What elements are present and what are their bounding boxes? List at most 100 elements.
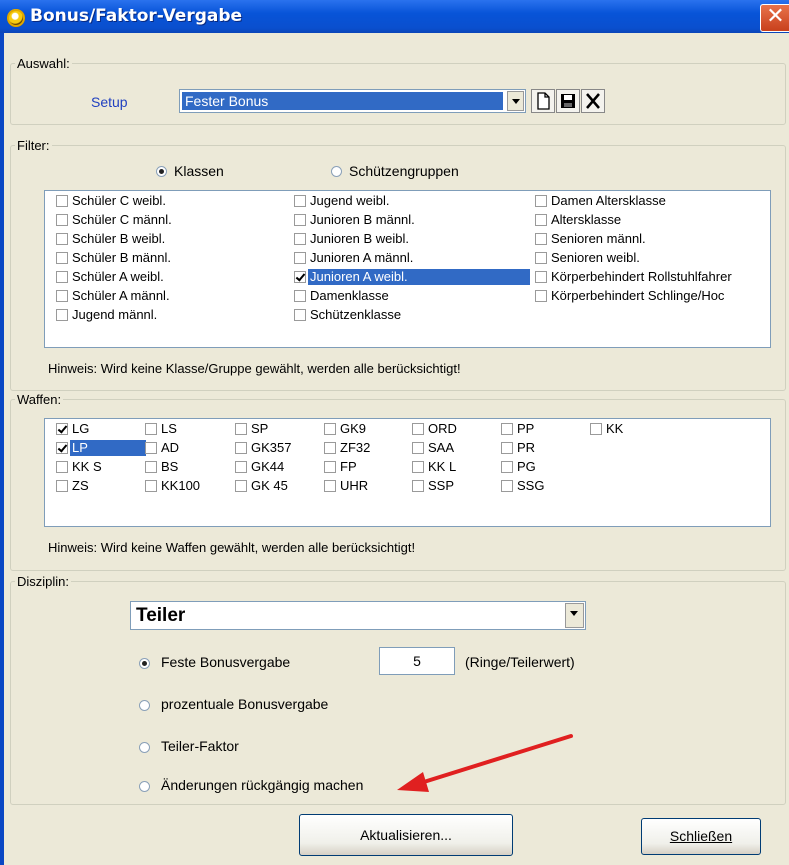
weapon-item-label[interactable]: KK S [70,459,104,475]
setup-combobox[interactable]: Fester Bonus [179,89,526,113]
radio-klassen[interactable] [156,166,167,177]
close-window-button[interactable]: ✕ [760,4,789,32]
class-item-checkbox[interactable] [56,214,68,226]
title-bar[interactable]: Bonus/Faktor-Vergabe ✕ [0,0,789,33]
save-setup-button[interactable] [556,89,580,113]
class-item-checkbox[interactable] [56,252,68,264]
class-item-label[interactable]: Senioren weibl. [549,250,642,266]
class-item-checkbox[interactable] [294,252,306,264]
weapon-item-label[interactable]: KK100 [159,478,202,494]
weapon-item-label[interactable]: PR [515,440,537,456]
weapon-item-label[interactable]: GK357 [249,440,293,456]
weapon-item-label[interactable]: ZF32 [338,440,372,456]
class-item-label[interactable]: Junioren B männl. [308,212,417,228]
delete-setup-button[interactable] [581,89,605,113]
class-item-label[interactable]: Schützenklasse [308,307,403,323]
weapon-checklist[interactable]: LG LP KK S ZS LS AD BS KK100 SP GK357 GK44 GK 45 GK9… [44,418,771,527]
class-item-label[interactable]: Damenklasse [308,288,391,304]
class-item-checkbox[interactable] [535,214,547,226]
class-item-label[interactable]: Junioren B weibl. [308,231,411,247]
bonus-value-input[interactable]: 5 [379,647,455,675]
weapon-item-label[interactable]: BS [159,459,180,475]
class-item-checkbox[interactable] [56,309,68,321]
class-item-checkbox[interactable] [294,195,306,207]
weapon-item-checkbox[interactable] [235,442,247,454]
weapon-item-checkbox[interactable] [324,461,336,473]
weapon-item-checkbox[interactable] [501,442,513,454]
class-item-label[interactable]: Jugend männl. [70,307,159,323]
class-item-label[interactable]: Schüler A weibl. [70,269,166,285]
weapon-item-checkbox[interactable] [412,442,424,454]
weapon-item-label[interactable]: SSG [515,478,546,494]
refresh-button[interactable]: Aktualisieren... [299,814,513,856]
weapon-item-checkbox[interactable] [501,480,513,492]
chevron-down-icon[interactable] [507,91,524,111]
class-item-label[interactable]: Senioren männl. [549,231,648,247]
radio-schuetzengruppen[interactable] [331,166,342,177]
class-item-checkbox[interactable] [56,233,68,245]
class-item-label[interactable]: Schüler A männl. [70,288,172,304]
class-item-label[interactable]: Damen Altersklasse [549,193,668,209]
weapon-item-checkbox[interactable] [412,461,424,473]
class-item-checkbox[interactable] [535,233,547,245]
weapon-item-checkbox[interactable] [324,442,336,454]
class-item-checkbox[interactable] [535,290,547,302]
weapon-item-checkbox[interactable] [145,442,157,454]
weapon-item-label[interactable]: ORD [426,421,459,437]
weapon-item-checkbox[interactable] [145,480,157,492]
class-item-label[interactable]: Junioren A weibl. [308,269,530,285]
weapon-item-label[interactable]: LS [159,421,179,437]
weapon-item-label[interactable]: SAA [426,440,456,456]
class-item-checkbox[interactable] [535,271,547,283]
close-button[interactable]: Schließen [641,818,761,855]
weapon-item-checkbox[interactable] [56,423,68,435]
weapon-item-label[interactable]: LP [70,440,146,456]
class-item-checkbox[interactable] [294,309,306,321]
class-item-label[interactable]: Körperbehindert Schlinge/Hoc [549,288,726,304]
weapon-item-label[interactable]: FP [338,459,359,475]
weapon-item-label[interactable]: PG [515,459,538,475]
chevron-down-icon[interactable] [565,603,584,628]
class-item-label[interactable]: Junioren A männl. [308,250,415,266]
class-item-checkbox[interactable] [56,290,68,302]
weapon-item-label[interactable]: GK 45 [249,478,290,494]
class-item-checkbox[interactable] [294,233,306,245]
weapon-item-label[interactable]: GK9 [338,421,368,437]
class-item-label[interactable]: Schüler B männl. [70,250,173,266]
class-item-checkbox[interactable] [535,252,547,264]
weapon-item-checkbox[interactable] [412,480,424,492]
class-item-label[interactable]: Schüler B weibl. [70,231,167,247]
class-item-label[interactable]: Altersklasse [549,212,623,228]
weapon-item-checkbox[interactable] [56,442,68,454]
class-item-checkbox[interactable] [294,214,306,226]
weapon-item-checkbox[interactable] [324,423,336,435]
class-item-checkbox[interactable] [56,271,68,283]
weapon-item-checkbox[interactable] [324,480,336,492]
weapon-item-label[interactable]: GK44 [249,459,286,475]
weapon-item-checkbox[interactable] [501,423,513,435]
weapon-item-label[interactable]: KK L [426,459,458,475]
radio-prozentuale-bonusvergabe[interactable] [139,700,150,711]
weapon-item-label[interactable]: AD [159,440,181,456]
class-item-checkbox[interactable] [294,290,306,302]
weapon-item-label[interactable]: KK [604,421,625,437]
weapon-item-label[interactable]: UHR [338,478,370,494]
radio-teiler-faktor[interactable] [139,742,150,753]
weapon-item-label[interactable]: SSP [426,478,456,494]
radio-aenderungen-rueckgaengig[interactable] [139,781,150,792]
class-item-label[interactable]: Jugend weibl. [308,193,392,209]
class-item-checkbox[interactable] [56,195,68,207]
weapon-item-checkbox[interactable] [235,423,247,435]
weapon-item-checkbox[interactable] [235,461,247,473]
class-checklist[interactable]: Schüler C weibl. Schüler C männl. Schüler … [44,190,771,348]
class-item-label[interactable]: Körperbehindert Rollstuhlfahrer [549,269,734,285]
class-item-label[interactable]: Schüler C weibl. [70,193,168,209]
class-item-label[interactable]: Schüler C männl. [70,212,174,228]
class-item-checkbox[interactable] [294,271,306,283]
disziplin-combobox[interactable]: Teiler [130,601,586,630]
weapon-item-checkbox[interactable] [56,480,68,492]
weapon-item-checkbox[interactable] [590,423,602,435]
weapon-item-checkbox[interactable] [501,461,513,473]
weapon-item-checkbox[interactable] [145,461,157,473]
weapon-item-checkbox[interactable] [235,480,247,492]
